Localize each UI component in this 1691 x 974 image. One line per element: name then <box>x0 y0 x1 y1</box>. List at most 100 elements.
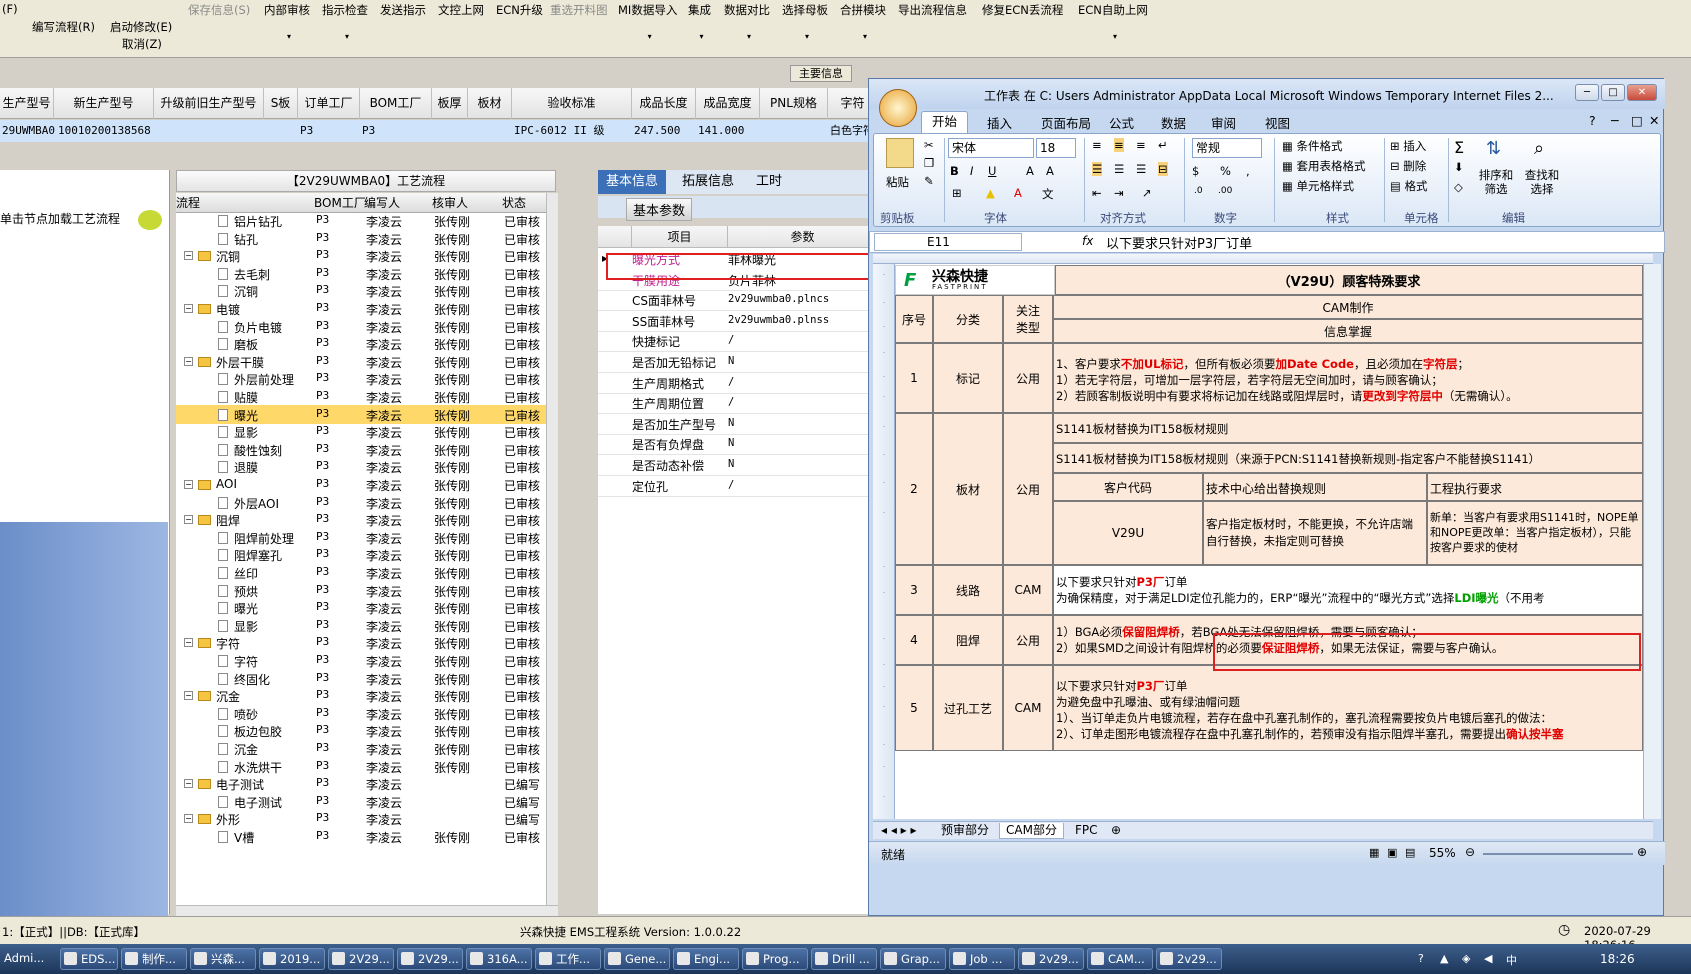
grid-col-header[interactable]: 升级前旧生产型号 <box>154 88 264 119</box>
toolbar-btn-data-compare[interactable]: 数据对比 ▾ <box>724 2 770 41</box>
tree-col-header[interactable]: 编写人 <box>364 193 400 213</box>
autosum-icon[interactable]: Σ <box>1454 138 1464 157</box>
param-value[interactable]: / <box>728 334 734 346</box>
taskbar-item[interactable]: 2v29... <box>1018 948 1084 970</box>
find-select-button[interactable]: 查找和选择 <box>1524 168 1560 196</box>
param-row[interactable]: 是否加无铅标记 N <box>598 351 878 373</box>
param-value[interactable]: N <box>728 355 734 367</box>
toolbar-btn-send-instruction[interactable]: 发送指示 <box>380 2 426 18</box>
tree-row[interactable]: 丝印 P3 李凌云 张传刚 已审核 <box>176 563 546 583</box>
volume-icon[interactable]: ◀ <box>1484 952 1492 965</box>
taskbar-item[interactable]: 兴森... <box>190 948 256 970</box>
tree-row[interactable]: − 阻焊 P3 李凌云 张传刚 已审核 <box>176 510 546 530</box>
taskbar-item[interactable]: 制作... <box>121 948 187 970</box>
param-row[interactable]: 是否有负焊盘 N <box>598 433 878 456</box>
tree-row[interactable]: − 外层干膜 P3 李凌云 张传刚 已审核 <box>176 352 546 372</box>
increase-decimal-icon[interactable]: .0 <box>1194 186 1203 196</box>
tree-vertical-scrollbar[interactable] <box>546 193 558 905</box>
tree-row[interactable]: 外层前处理 P3 李凌云 张传刚 已审核 <box>176 369 546 389</box>
page-layout-icon[interactable]: ▣ <box>1387 846 1397 859</box>
percent-icon[interactable]: % <box>1220 164 1231 178</box>
tab-work-hours[interactable]: 工时 <box>748 170 790 194</box>
row-number[interactable]: · <box>873 510 895 517</box>
zoom-slider[interactable] <box>1483 853 1633 855</box>
row-number[interactable]: · <box>873 350 895 357</box>
tab-extended-info[interactable]: 拓展信息 <box>674 170 742 194</box>
grid-col-header[interactable]: 订单工厂 <box>298 88 360 119</box>
grid-col-header[interactable]: 生产型号 <box>0 88 54 119</box>
tree-row[interactable]: 终固化 P3 李凌云 张传刚 已审核 <box>176 669 546 689</box>
tree-row[interactable]: 外层AOI P3 李凌云 张传刚 已审核 <box>176 493 546 513</box>
row-number[interactable]: · <box>873 300 895 307</box>
taskbar-item[interactable]: 2V29... <box>328 948 394 970</box>
grid-col-header[interactable]: 板厚 <box>432 88 468 119</box>
decrease-indent-icon[interactable]: ⇤ <box>1092 186 1102 200</box>
tree-row[interactable]: 阻焊塞孔 P3 李凌云 张传刚 已审核 <box>176 545 546 565</box>
row-number[interactable]: · <box>873 480 895 487</box>
insert-cells-button[interactable]: ⊞ 插入 <box>1390 138 1426 154</box>
align-bottom-icon[interactable]: ≡ <box>1136 138 1146 152</box>
name-box[interactable]: E11 <box>874 233 1022 251</box>
file-menu[interactable]: (F) <box>2 2 18 16</box>
tree-row[interactable]: 板边包胶 P3 李凌云 张传刚 已审核 <box>176 721 546 741</box>
increase-indent-icon[interactable]: ⇥ <box>1114 186 1124 200</box>
param-row[interactable]: CS面菲林号 2v29uwmba0.plncs <box>598 289 878 312</box>
taskbar-clock[interactable]: 18:26 <box>1600 952 1635 966</box>
taskbar-item[interactable]: 2V29... <box>397 948 463 970</box>
taskbar-item[interactable]: CAM... <box>1087 948 1153 970</box>
row-number[interactable]: · <box>873 374 895 381</box>
param-value[interactable]: N <box>728 417 734 429</box>
shrink-font-icon[interactable]: A <box>1046 164 1054 178</box>
wrap-text-icon[interactable]: ↵ <box>1158 138 1168 152</box>
param-row[interactable]: SS面菲林号 2v29uwmba0.plnss <box>598 310 878 332</box>
tree-row[interactable]: 磨板 P3 李凌云 张传刚 已审核 <box>176 334 546 354</box>
toolbar-btn-reselect-cutting[interactable]: 重选开料图 <box>550 2 608 18</box>
sheet-tab-prereview[interactable]: 预审部分 <box>935 823 995 839</box>
tree-row[interactable]: 沉铜 P3 李凌云 张传刚 已审核 <box>176 281 546 301</box>
tree-row[interactable]: 阻焊前处理 P3 李凌云 张传刚 已审核 <box>176 528 546 548</box>
sheet-tab-cam[interactable]: CAM部分 <box>999 823 1064 839</box>
row-number[interactable]: · <box>873 684 895 691</box>
tree-row[interactable]: 退膜 P3 李凌云 张传刚 已审核 <box>176 457 546 477</box>
tree-row[interactable]: − 电子测试 P3 李凌云 已编写 <box>176 774 546 794</box>
tree-row[interactable]: − 沉铜 P3 李凌云 张传刚 已审核 <box>176 246 546 266</box>
bold-icon[interactable]: B <box>950 164 959 178</box>
tree-row[interactable]: 酸性蚀刻 P3 李凌云 张传刚 已审核 <box>176 440 546 460</box>
ribbon-tab-view[interactable]: 视图 <box>1265 113 1290 132</box>
toolbar-btn-ecn-upgrade[interactable]: ECN升级 <box>496 2 543 18</box>
tree-row[interactable]: 钻孔 P3 李凌云 张传刚 已审核 <box>176 229 546 249</box>
param-row[interactable]: 生产周期格式 / <box>598 372 878 394</box>
ribbon-minimize-icon[interactable]: ─ <box>1611 113 1619 128</box>
tree-col-header[interactable]: 核审人 <box>432 193 468 213</box>
taskbar-item[interactable]: Engi... <box>673 948 739 970</box>
toolbar-btn-mi-import[interactable]: MI数据导入 ▾ <box>618 2 677 41</box>
ribbon-restore-icon[interactable]: □ <box>1631 113 1643 128</box>
decrease-decimal-icon[interactable]: .00 <box>1218 186 1232 196</box>
align-right-icon[interactable]: ☰ <box>1136 162 1146 176</box>
toolbar-btn-combine-module[interactable]: 合拼模块 ▾ <box>840 2 886 41</box>
tree-row[interactable]: − AOI P3 李凌云 张传刚 已审核 <box>176 475 546 495</box>
workbook-close-icon[interactable]: ✕ <box>1649 113 1659 128</box>
close-icon[interactable]: ✕ <box>1627 84 1657 101</box>
sheet-nav-icon[interactable]: ◂ ◂ ▸ ▸ <box>875 823 923 839</box>
fill-icon[interactable]: ⬇ <box>1454 160 1464 174</box>
align-left-icon[interactable]: ☰ <box>1092 162 1103 176</box>
params-col-value[interactable]: 参数 <box>728 226 878 248</box>
tree-row[interactable]: − 电镀 P3 李凌云 张传刚 已审核 <box>176 299 546 319</box>
param-value[interactable]: 2v29uwmba0.plnss <box>728 314 829 326</box>
taskbar-item[interactable]: Grap... <box>880 948 946 970</box>
help-tray-icon[interactable]: ? <box>1418 952 1424 965</box>
format-cells-button[interactable]: ▤ 格式 <box>1390 178 1428 194</box>
row-number[interactable]: · <box>873 742 895 749</box>
table-format-button[interactable]: ▦ 套用表格格式 <box>1282 158 1366 174</box>
clear-icon[interactable]: ◇ <box>1454 180 1463 194</box>
grid-col-header[interactable]: BOM工厂 <box>360 88 432 119</box>
chat-bubble-icon[interactable] <box>138 210 162 230</box>
font-color-icon[interactable]: A <box>1014 186 1022 200</box>
comma-icon[interactable]: , <box>1246 164 1250 178</box>
number-format-select[interactable]: 常规 <box>1192 138 1262 158</box>
row3-content[interactable]: 以下要求只针对P3厂订单 为确保精度，对于满足LDI定位孔能力的，ERP“曝光”… <box>1053 565 1643 615</box>
toolbar-btn-integrate[interactable]: 集成 ▾ <box>688 2 711 41</box>
toolbar-btn-export-flow[interactable]: 导出流程信息 <box>898 2 967 18</box>
tree-row[interactable]: 水洗烘干 P3 李凌云 张传刚 已审核 <box>176 757 546 777</box>
